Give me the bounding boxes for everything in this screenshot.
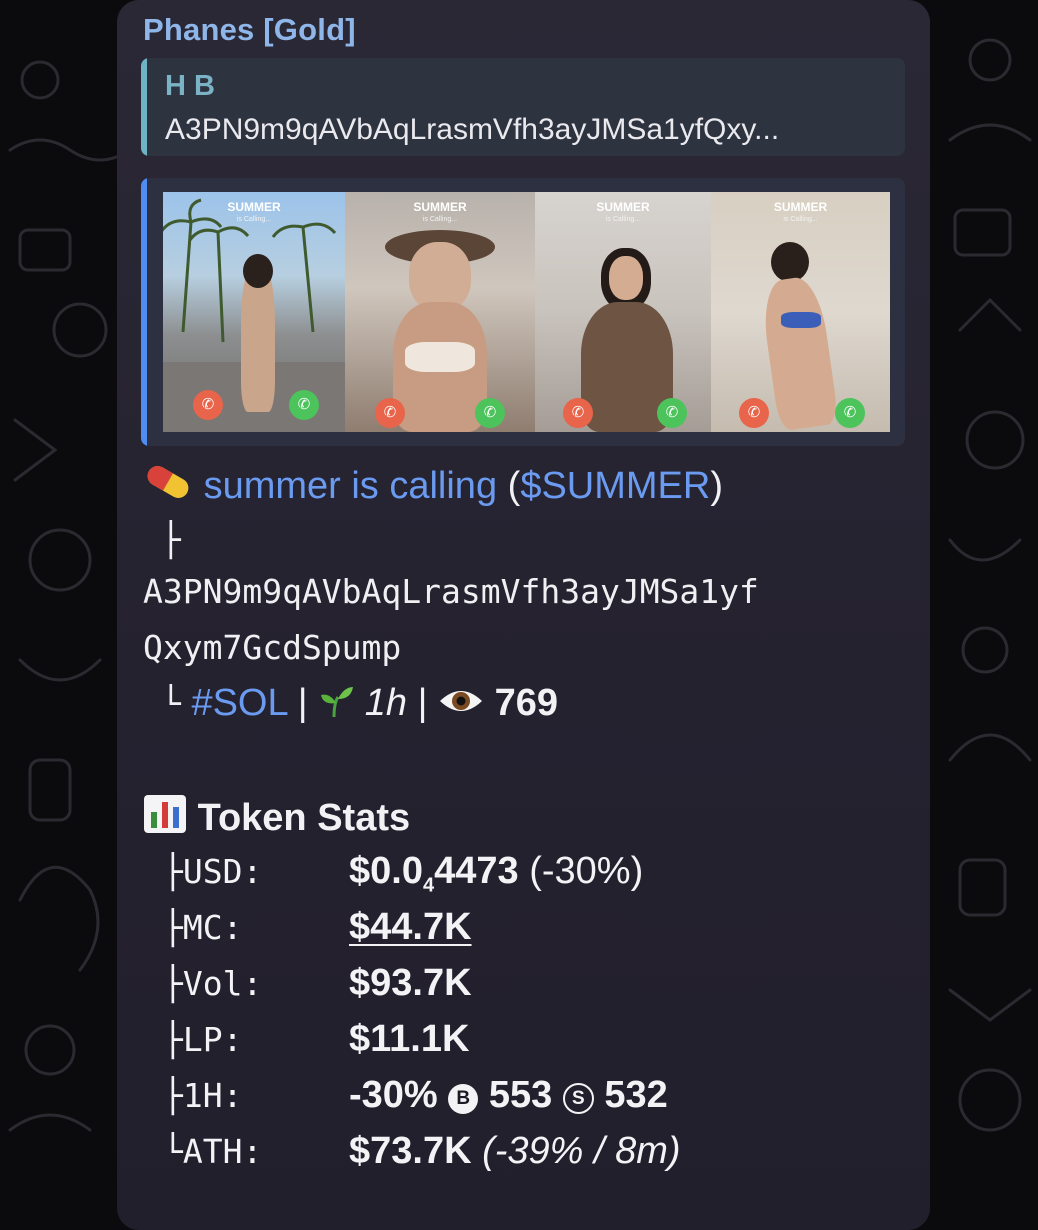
stat-label: ├Vol: <box>163 964 263 1003</box>
token-name-link[interactable]: summer is calling <box>204 465 498 507</box>
link-preview[interactable]: SUMMER is Calling... ✆ ✆ SUMMER is Calli… <box>141 178 905 446</box>
panel-title: SUMMER <box>413 200 467 214</box>
token-age: 1h <box>364 682 408 724</box>
person-hair <box>243 254 273 288</box>
usd-price: $0.044473 <box>349 850 519 897</box>
volume-value: $93.7K <box>349 962 472 1004</box>
accept-call-icon: ✆ <box>289 390 319 420</box>
message-bubble: Phanes [Gold] H B A3PN9m9qAVbAqLrasmVfh3… <box>117 0 930 1230</box>
reply-quote[interactable]: H B A3PN9m9qAVbAqLrasmVfh3ayJMSa1yfQxy..… <box>141 58 905 156</box>
panel-title: SUMMER <box>227 200 281 214</box>
preview-panel: SUMMER is Calling... ✆ ✆ <box>535 192 711 432</box>
person-hair <box>771 242 809 282</box>
person-figure <box>758 274 840 432</box>
buys-icon: B <box>448 1084 479 1114</box>
preview-panel: SUMMER is Calling... ✆ ✆ <box>345 192 535 432</box>
person-face <box>609 256 643 300</box>
separator: | <box>417 682 428 724</box>
stat-label: └ATH: <box>163 1132 263 1171</box>
view-count: 769 <box>494 682 559 724</box>
stat-row-lp: ├LP: $11.1K <box>163 1018 469 1061</box>
token-title-line: summer is calling ($SUMMER) <box>143 462 723 508</box>
tree-branch: ├ <box>161 520 181 559</box>
preview-panel: SUMMER is Calling... ✆ ✆ <box>163 192 345 432</box>
reply-accent-bar <box>141 58 147 156</box>
sender-name[interactable]: Phanes [Gold] <box>143 12 356 48</box>
sell-count: 532 <box>604 1074 668 1116</box>
decline-call-icon: ✆ <box>375 398 405 428</box>
token-stats-heading: Token Stats <box>143 794 410 840</box>
preview-panel: SUMMER is Calling... ✆ ✆ <box>711 192 890 432</box>
sells-icon: S <box>562 1083 594 1114</box>
chain-hashtag[interactable]: #SOL <box>191 682 287 724</box>
contract-address-line-2[interactable]: Qxym7GcdSpump <box>143 628 401 667</box>
market-cap-link[interactable]: $44.7K <box>349 906 472 948</box>
panel-subtitle: is Calling... <box>605 216 641 223</box>
accept-call-icon: ✆ <box>835 398 865 428</box>
hour-change: -30% <box>349 1074 438 1116</box>
panel-title: SUMMER <box>773 200 828 214</box>
accept-call-icon: ✆ <box>657 398 687 428</box>
stat-row-usd: ├USD: $0.044473 (-30%) <box>163 850 643 898</box>
decline-call-icon: ✆ <box>739 398 769 428</box>
panel-subtitle: is Calling... <box>236 216 272 223</box>
symbol-close: ) <box>710 465 723 507</box>
liquidity-value: $11.1K <box>349 1018 470 1060</box>
tree-end: └ <box>161 684 181 723</box>
bar-chart-icon <box>144 795 186 833</box>
panel-subtitle: is Calling... <box>783 216 818 223</box>
usd-change: (-30%) <box>529 850 644 892</box>
top-graphic <box>405 342 475 372</box>
separator: | <box>297 682 308 724</box>
ath-detail: (-39% / 8m) <box>482 1130 681 1172</box>
contract-address-line-1[interactable]: A3PN9m9qAVbAqLrasmVfh3ayJMSa1yf <box>143 572 759 611</box>
accept-call-icon: ✆ <box>475 398 505 428</box>
stat-row-ath: └ATH: $73.7K (-39% / 8m) <box>163 1130 681 1173</box>
stat-label: ├USD: <box>163 852 263 891</box>
decline-call-icon: ✆ <box>193 390 223 420</box>
reply-author: H B <box>165 70 215 102</box>
eye-icon <box>440 691 483 711</box>
stat-label: ├LP: <box>163 1020 243 1059</box>
symbol-open: ( <box>507 465 521 507</box>
reply-text: A3PN9m9qAVbAqLrasmVfh3ayJMSa1yfQxy... <box>165 113 780 146</box>
stats-title: Token Stats <box>197 797 411 839</box>
stat-row-mc: ├MC: $44.7K <box>163 906 472 949</box>
decline-call-icon: ✆ <box>563 398 593 428</box>
panel-subtitle: is Calling... <box>422 216 458 223</box>
token-symbol-link[interactable]: $SUMMER <box>520 465 710 507</box>
panel-title: SUMMER <box>596 200 650 214</box>
swimsuit-graphic <box>781 312 821 328</box>
preview-accent-bar <box>141 178 147 446</box>
stat-label: ├MC: <box>163 908 243 947</box>
ath-value: $73.7K <box>349 1130 472 1172</box>
stat-row-1h: ├1H: -30% B 553 S 532 <box>163 1074 668 1117</box>
stat-row-vol: ├Vol: $93.7K <box>163 962 472 1005</box>
preview-image[interactable]: SUMMER is Calling... ✆ ✆ SUMMER is Calli… <box>163 192 890 432</box>
pill-icon <box>147 466 189 498</box>
seedling-icon <box>321 687 354 718</box>
buy-count: 553 <box>488 1074 553 1116</box>
token-meta-line: └ #SOL | 1h | 769 <box>143 682 558 725</box>
stat-label: ├1H: <box>163 1076 243 1115</box>
